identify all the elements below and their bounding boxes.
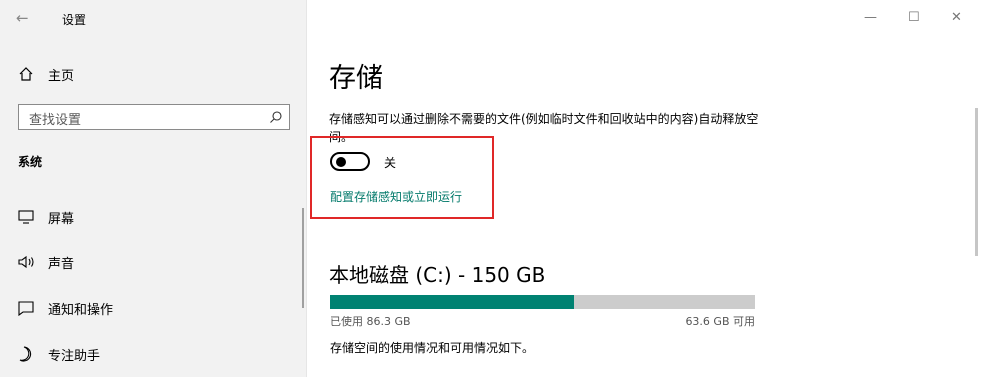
notification-icon (18, 300, 34, 316)
search-input[interactable]: 查找设置 (18, 104, 290, 130)
app-title: 设置 (62, 13, 87, 27)
monitor-icon (18, 210, 34, 224)
home-icon (19, 67, 33, 81)
home-nav-item[interactable]: 主页 (18, 64, 74, 84)
disk-usage-fill (330, 295, 575, 309)
sidebar-item-sound[interactable]: 声音 (18, 251, 74, 273)
back-arrow-icon[interactable]: ← (16, 9, 29, 27)
storage-sense-toggle[interactable] (330, 152, 370, 171)
moon-icon (19, 346, 32, 362)
used-space-label: 已使用 86.3 GB (330, 315, 411, 328)
configure-storage-sense-link[interactable]: 配置存储感知或立即运行 (330, 188, 462, 205)
highlight-box (310, 136, 494, 219)
sidebar-item-display[interactable]: 屏幕 (18, 206, 74, 228)
sidebar-item-label: 专注助手 (48, 348, 101, 364)
search-placeholder: 查找设置 (29, 113, 82, 128)
page-title: 存储 (329, 63, 383, 94)
storage-note: 存储空间的使用情况和可用情况如下。 (330, 341, 535, 355)
speaker-icon (18, 255, 34, 269)
disk-title: 本地磁盘 (C:) - 150 GB (329, 263, 546, 287)
home-label: 主页 (48, 68, 75, 84)
sidebar-item-label: 屏幕 (48, 211, 75, 227)
sidebar-scrollbar[interactable] (302, 208, 304, 308)
minimize-icon[interactable]: — (864, 10, 877, 25)
maximize-icon[interactable]: ☐ (908, 10, 920, 25)
search-icon (270, 111, 282, 123)
toggle-state-label: 关 (384, 156, 397, 170)
close-icon[interactable]: ✕ (951, 10, 962, 25)
sidebar-item-label: 通知和操作 (48, 302, 114, 318)
sidebar-item-focus-assist[interactable]: 专注助手 (18, 343, 100, 365)
sidebar-item-notifications[interactable]: 通知和操作 (18, 297, 113, 319)
main-scrollbar[interactable] (975, 108, 978, 256)
divider (306, 0, 307, 377)
toggle-knob (336, 157, 346, 167)
sidebar-item-label: 声音 (48, 256, 75, 272)
sidebar: ← 设置 主页 查找设置 系统 屏幕 声音 通知和操作 专注助手 (0, 0, 306, 377)
title-bar: ← 设置 (0, 0, 306, 38)
section-title-system: 系统 (18, 155, 43, 169)
disk-usage-bar[interactable] (330, 295, 755, 309)
free-space-label: 63.6 GB 可用 (685, 315, 755, 328)
